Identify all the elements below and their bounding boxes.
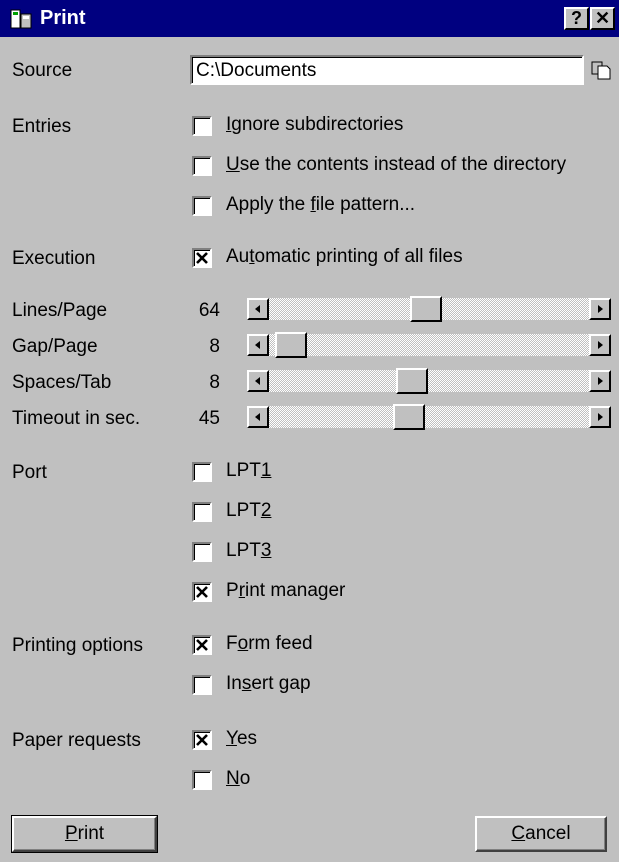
source-label: Source (12, 60, 73, 81)
apply-file-pattern-label[interactable]: Apply the file pattern... (226, 194, 415, 216)
paper-yes-checkbox[interactable] (192, 730, 212, 750)
gap-per-page-value: 8 (209, 336, 220, 357)
automatic-printing-checkbox[interactable] (192, 248, 212, 268)
automatic-printing-label[interactable]: Automatic printing of all files (226, 246, 463, 268)
port-label: Port (12, 462, 47, 483)
spaces-per-tab-left-arrow-icon[interactable] (247, 370, 269, 392)
ignore-subdirectories-label[interactable]: Ignore subdirectories (226, 114, 403, 136)
spaces-per-tab-value: 8 (209, 372, 220, 393)
timeout-label: Timeout in sec. (12, 408, 141, 429)
paper-requests-label: Paper requests (12, 730, 141, 751)
timeout-right-arrow-icon[interactable] (589, 406, 611, 428)
insert-gap-label[interactable]: Insert gap (226, 673, 311, 695)
print-manager-checkbox[interactable] (192, 582, 212, 602)
cancel-button[interactable]: Cancel (475, 816, 607, 852)
printer-app-icon (10, 8, 32, 30)
execution-label: Execution (12, 248, 96, 269)
gap-per-page-right-arrow-icon[interactable] (589, 334, 611, 356)
paper-no-label[interactable]: No (226, 768, 250, 790)
spaces-per-tab-label: Spaces/Tab (12, 372, 112, 393)
entries-label: Entries (12, 116, 72, 137)
print-manager-label[interactable]: Print manager (226, 580, 345, 602)
use-contents-label[interactable]: Use the contents instead of the director… (226, 154, 566, 176)
source-input[interactable]: C:\Documents (190, 55, 584, 85)
close-icon: ✕ (594, 8, 611, 28)
window-title: Print (40, 7, 86, 29)
timeout-left-arrow-icon[interactable] (247, 406, 269, 428)
lpt2-checkbox[interactable] (192, 502, 212, 522)
lpt1-checkbox[interactable] (192, 462, 212, 482)
lines-per-page-left-arrow-icon[interactable] (247, 298, 269, 320)
gap-per-page-slider-thumb[interactable] (274, 332, 307, 358)
title-bar[interactable] (0, 0, 619, 37)
lines-per-page-right-arrow-icon[interactable] (589, 298, 611, 320)
lpt3-checkbox[interactable] (192, 542, 212, 562)
spaces-per-tab-slider-thumb[interactable] (395, 368, 428, 394)
printing-options-label: Printing options (12, 635, 143, 656)
timeout-value: 45 (198, 408, 220, 429)
lines-per-page-value: 64 (198, 300, 220, 321)
gap-per-page-label: Gap/Page (12, 336, 98, 357)
lines-per-page-label: Lines/Page (12, 300, 108, 321)
lpt1-label[interactable]: LPT1 (226, 460, 271, 482)
timeout-track[interactable] (269, 406, 589, 428)
gap-per-page-left-arrow-icon[interactable] (247, 334, 269, 356)
copy-folder-icon[interactable] (590, 59, 614, 81)
help-icon: ? (571, 8, 582, 28)
form-feed-label[interactable]: Form feed (226, 633, 313, 655)
form-feed-checkbox[interactable] (192, 635, 212, 655)
ignore-subdirectories-checkbox[interactable] (192, 116, 212, 136)
paper-yes-label[interactable]: Yes (226, 728, 257, 750)
lines-per-page-slider-thumb[interactable] (410, 296, 443, 322)
apply-file-pattern-checkbox[interactable] (192, 196, 212, 216)
spaces-per-tab-track[interactable] (269, 370, 589, 392)
paper-no-checkbox[interactable] (192, 770, 212, 790)
close-button[interactable]: ✕ (590, 7, 615, 30)
spaces-per-tab-right-arrow-icon[interactable] (589, 370, 611, 392)
use-contents-checkbox[interactable] (192, 156, 212, 176)
help-button[interactable]: ? (564, 7, 589, 30)
gap-per-page-track[interactable] (269, 334, 589, 356)
insert-gap-checkbox[interactable] (192, 675, 212, 695)
lpt2-label[interactable]: LPT2 (226, 500, 271, 522)
timeout-slider-thumb[interactable] (392, 404, 425, 430)
print-button[interactable]: Print (11, 815, 158, 853)
lpt3-label[interactable]: LPT3 (226, 540, 271, 562)
